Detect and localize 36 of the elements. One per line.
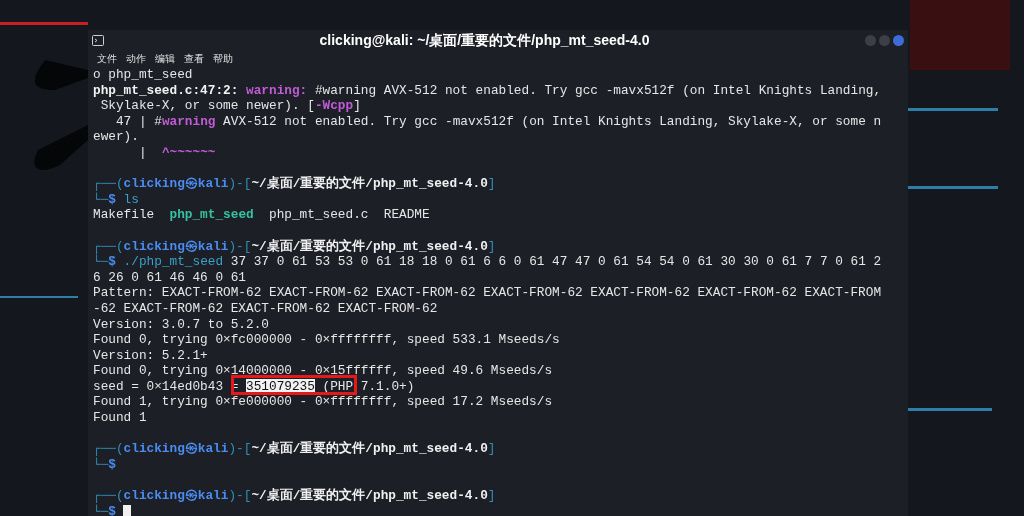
terminal-line: -62 EXACT-FROM-62 EXACT-FROM-62 EXACT-FROM-62 bbox=[93, 300, 438, 317]
menu-item[interactable]: 查看 bbox=[184, 51, 204, 66]
menu-item[interactable]: 编辑 bbox=[155, 51, 175, 66]
terminal-line: 6 26 0 61 46 46 0 61 bbox=[93, 269, 247, 286]
terminal-line: └─$ ls bbox=[93, 191, 139, 208]
maximize-button[interactable] bbox=[879, 35, 890, 46]
window-title: clicking@kali: ~/桌面/重要的文件/php_mt_seed-4.0 bbox=[319, 31, 650, 50]
menu-item[interactable]: 帮助 bbox=[213, 51, 233, 66]
terminal-line: ┌──(clicking㉿kali)-[~/桌面/重要的文件/php_mt_seed-4.0] bbox=[93, 488, 496, 504]
terminal-icon bbox=[92, 35, 104, 46]
terminal-line: Found 1 bbox=[93, 410, 147, 426]
terminal-line: 47 | #warning AVX-512 not enabled. Try gcc -mavx512f (on Intel Knights Landing, Skylake-X, or some n bbox=[114, 113, 882, 130]
terminal-line: Version: 3.0.7 to 5.2.0 bbox=[93, 316, 269, 333]
terminal-line: └─$ bbox=[93, 456, 116, 473]
terminal-line: Pattern: EXACT-FROM-62 EXACT-FROM-62 EXACT-FROM-62 EXACT-FROM-62 EXACT-FROM-62 EXACT-FROM-62 EXACT-FROM bbox=[93, 285, 882, 301]
terminal-line: ┌──(clicking㉿kali)-[~/桌面/重要的文件/php_mt_seed-4.0] bbox=[93, 441, 496, 457]
terminal-line: | ^~~~~~~ bbox=[137, 144, 216, 161]
wallpaper-blob bbox=[34, 60, 88, 90]
terminal-line: └─$ bbox=[93, 503, 116, 516]
close-button[interactable] bbox=[893, 35, 904, 46]
terminal-line: Skylake-X, or some newer). [-Wcpp] bbox=[99, 98, 361, 114]
minimize-button[interactable] bbox=[865, 35, 876, 46]
terminal-line: Version: 5.2.1+ bbox=[93, 347, 208, 364]
terminal-line: Found 0, trying 0×14000000 - 0×15ffffff, speed 49.6 Mseeds/s bbox=[93, 363, 553, 379]
terminal-line: ┌──(clicking㉿kali)-[~/桌面/重要的文件/php_mt_seed-4.0] bbox=[93, 238, 496, 255]
menu-item[interactable]: 动作 bbox=[126, 51, 146, 66]
terminal-line: php_mt_seed.c:47:2: warning: #warning AVX-512 not enabled. Try gcc -mavx512f (on Intel Knights Landing, bbox=[93, 82, 882, 99]
terminal-line: ┌──(clicking㉿kali)-[~/桌面/重要的文件/php_mt_seed-4.0] bbox=[93, 176, 496, 192]
terminal-line: Found 1, trying 0×fe000000 - 0×ffffffff, speed 17.2 Mseeds/s bbox=[93, 394, 553, 411]
terminal-line: └─$ ./php_mt_seed 37 37 0 61 53 53 0 61 18 18 0 61 6 6 0 61 47 47 0 61 54 54 0 61 30 30 0 61 7 7 0 61 2 bbox=[93, 254, 882, 270]
wallpaper-blob bbox=[34, 125, 88, 170]
terminal-line: ewer). bbox=[93, 129, 139, 145]
terminal-line: o php_mt_seed bbox=[93, 67, 193, 83]
terminal-line: Found 0, trying 0×fc000000 - 0×ffffffff, speed 533.1 Mseeds/s bbox=[93, 332, 560, 348]
terminal-line: Makefile php_mt_seed php_mt_seed.c README bbox=[93, 207, 430, 223]
menu-item[interactable]: 文件 bbox=[97, 51, 117, 66]
